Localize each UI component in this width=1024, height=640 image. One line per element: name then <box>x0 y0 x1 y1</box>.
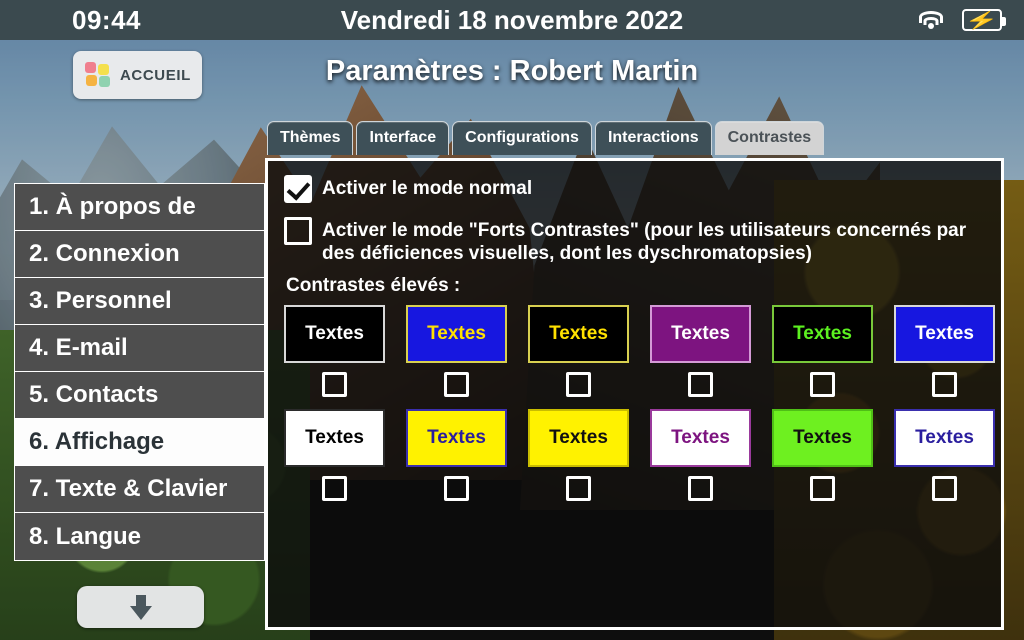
contrast-swatch-2-5[interactable]: Textes <box>772 409 873 468</box>
contrast-swatch-cell: Textes <box>650 409 751 502</box>
wifi-icon <box>918 10 944 30</box>
contrast-swatch-1-1[interactable]: Textes <box>284 305 385 364</box>
tab-th-mes[interactable]: Thèmes <box>267 121 354 155</box>
contrast-swatch-cell: Textes <box>894 305 995 398</box>
contrast-swatch-cell: Textes <box>406 409 507 502</box>
contrast-swatch-cell: Textes <box>650 305 751 398</box>
sidebar-item-8[interactable]: 8. Langue <box>15 513 264 560</box>
sidebar-item-label: 5. Contacts <box>29 381 159 408</box>
contrast-swatch-label: Textes <box>915 427 974 449</box>
contrast-swatch-checkbox-1-5[interactable] <box>810 372 835 398</box>
lightning-bolt-icon: ⚡ <box>965 10 999 30</box>
contrast-swatch-2-3[interactable]: Textes <box>528 409 629 468</box>
contrast-swatch-label: Textes <box>549 323 608 345</box>
contrast-swatch-1-4[interactable]: Textes <box>650 305 751 364</box>
sidebar-item-7[interactable]: 7. Texte & Clavier <box>15 466 264 513</box>
contrast-swatch-checkbox-2-6[interactable] <box>932 476 957 502</box>
normal-mode-checkbox[interactable] <box>284 175 312 203</box>
contrast-swatch-2-1[interactable]: Textes <box>284 409 385 468</box>
contrast-swatch-2-4[interactable]: Textes <box>650 409 751 468</box>
contrast-swatch-grid: Textes Textes Textes Textes Textes Textes Text… <box>284 305 995 502</box>
tab-bar: Thèmes Interface Configurations Interaction… <box>267 121 825 155</box>
contrast-swatch-cell: Textes <box>894 409 995 502</box>
scroll-down-button[interactable] <box>77 586 204 628</box>
contrast-swatch-1-2[interactable]: Textes <box>406 305 507 364</box>
contrast-swatch-checkbox-1-1[interactable] <box>322 372 347 398</box>
normal-mode-label: Activer le mode normal <box>322 178 533 199</box>
contrast-swatch-checkbox-1-3[interactable] <box>566 372 591 398</box>
contrast-swatch-label: Textes <box>793 323 852 345</box>
contrast-swatch-checkbox-2-3[interactable] <box>566 476 591 502</box>
arrow-down-icon <box>129 594 152 620</box>
settings-sidebar: 1. À propos de 2. Connexion 3. Personnel 4.… <box>14 183 265 561</box>
contrast-swatch-checkbox-2-4[interactable] <box>688 476 713 502</box>
contrast-swatch-checkbox-1-4[interactable] <box>688 372 713 398</box>
contrast-swatch-label: Textes <box>549 427 608 449</box>
sidebar-item-4[interactable]: 4. E-mail <box>15 325 264 372</box>
high-contrast-section-label: Contrastes élevés : <box>286 275 461 297</box>
sidebar-item-label: 1. À propos de <box>29 193 196 220</box>
contrast-swatch-cell: Textes <box>406 305 507 398</box>
tab-interface[interactable]: Interface <box>356 121 450 155</box>
contrast-swatch-checkbox-2-2[interactable] <box>444 476 469 502</box>
high-contrast-mode-checkbox[interactable] <box>284 217 312 245</box>
sidebar-item-label: 7. Texte & Clavier <box>29 475 228 502</box>
contrast-swatch-label: Textes <box>793 427 852 449</box>
status-bar: 09:44 Vendredi 18 novembre 2022 ⚡ <box>0 0 1024 40</box>
sidebar-item-label: 6. Affichage <box>29 428 165 455</box>
tab-contrastes[interactable]: Contrastes <box>714 121 825 155</box>
status-date: Vendredi 18 novembre 2022 <box>340 4 684 35</box>
battery-charging-icon: ⚡ <box>962 9 1006 31</box>
contrast-swatch-1-6[interactable]: Textes <box>894 305 995 364</box>
status-time: 09:44 <box>72 4 141 35</box>
contrast-swatch-row: Textes Textes Textes Textes Textes Textes <box>284 305 995 398</box>
contrast-swatch-label: Textes <box>427 323 486 345</box>
contrast-swatch-row: Textes Textes Textes Textes Textes Textes <box>284 409 995 502</box>
contrast-swatch-cell: Textes <box>528 305 629 398</box>
high-contrast-mode-label: Activer le mode "Forts Contrastes" (pour… <box>322 220 967 265</box>
contrast-swatch-label: Textes <box>671 427 730 449</box>
tab-configurations[interactable]: Configurations <box>452 121 592 155</box>
contrast-swatch-cell: Textes <box>528 409 629 502</box>
contrast-swatch-2-2[interactable]: Textes <box>406 409 507 468</box>
high-contrast-mode-row[interactable]: Activer le mode "Forts Contrastes" (pour… <box>284 217 985 265</box>
sidebar-item-5[interactable]: 5. Contacts <box>15 372 264 419</box>
contrast-swatch-label: Textes <box>305 323 364 345</box>
contrast-swatch-1-5[interactable]: Textes <box>772 305 873 364</box>
contrast-swatch-cell: Textes <box>284 409 385 502</box>
contrastes-panel: Activer le mode normal Activer le mode "… <box>265 158 1004 630</box>
contrast-swatch-cell: Textes <box>772 305 873 398</box>
sidebar-item-label: 2. Connexion <box>29 240 180 267</box>
page-title: Paramètres : Robert Martin <box>325 55 699 87</box>
normal-mode-row[interactable]: Activer le mode normal <box>284 175 985 203</box>
contrast-swatch-checkbox-1-6[interactable] <box>932 372 957 398</box>
sidebar-item-3[interactable]: 3. Personnel <box>15 278 264 325</box>
contrast-swatch-checkbox-1-2[interactable] <box>444 372 469 398</box>
sidebar-item-1[interactable]: 1. À propos de <box>15 184 264 231</box>
contrast-swatch-checkbox-2-1[interactable] <box>322 476 347 502</box>
sidebar-item-6[interactable]: 6. Affichage <box>15 419 264 466</box>
contrast-swatch-2-6[interactable]: Textes <box>894 409 995 468</box>
contrast-swatch-label: Textes <box>427 427 486 449</box>
contrast-swatch-label: Textes <box>305 427 364 449</box>
sidebar-item-label: 4. E-mail <box>29 334 128 361</box>
contrast-swatch-checkbox-2-5[interactable] <box>810 476 835 502</box>
tab-interactions[interactable]: Interactions <box>594 121 712 155</box>
sidebar-item-2[interactable]: 2. Connexion <box>15 231 264 278</box>
contrast-swatch-cell: Textes <box>772 409 873 502</box>
sidebar-item-label: 8. Langue <box>29 522 142 550</box>
contrast-swatch-cell: Textes <box>284 305 385 398</box>
status-icon-group: ⚡ <box>918 9 1006 31</box>
sidebar-item-label: 3. Personnel <box>29 287 172 314</box>
contrast-swatch-label: Textes <box>671 323 730 345</box>
contrast-swatch-label: Textes <box>915 323 974 345</box>
contrast-swatch-1-3[interactable]: Textes <box>528 305 629 364</box>
